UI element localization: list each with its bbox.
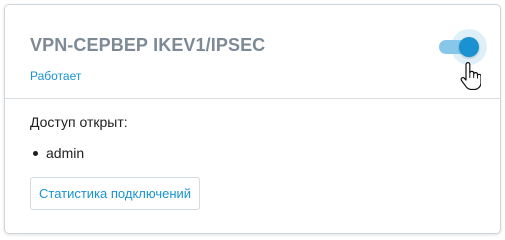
card-title: VPN-СЕРВЕР IKEV1/IPSEC	[30, 35, 266, 55]
status-text: Работает	[30, 69, 82, 83]
connection-stats-button[interactable]: Статистика подключений	[30, 177, 201, 210]
user-name: admin	[46, 145, 85, 161]
divider	[5, 98, 500, 99]
vpn-server-card: VPN-СЕРВЕР IKEV1/IPSEC Работает Доступ о…	[4, 4, 501, 234]
bullet-icon	[33, 151, 38, 156]
toggle-knob[interactable]	[459, 37, 479, 57]
user-list: admin	[30, 145, 84, 161]
vpn-enable-toggle[interactable]	[435, 29, 491, 65]
list-item: admin	[30, 145, 84, 161]
access-label: Доступ открыт:	[30, 114, 128, 130]
